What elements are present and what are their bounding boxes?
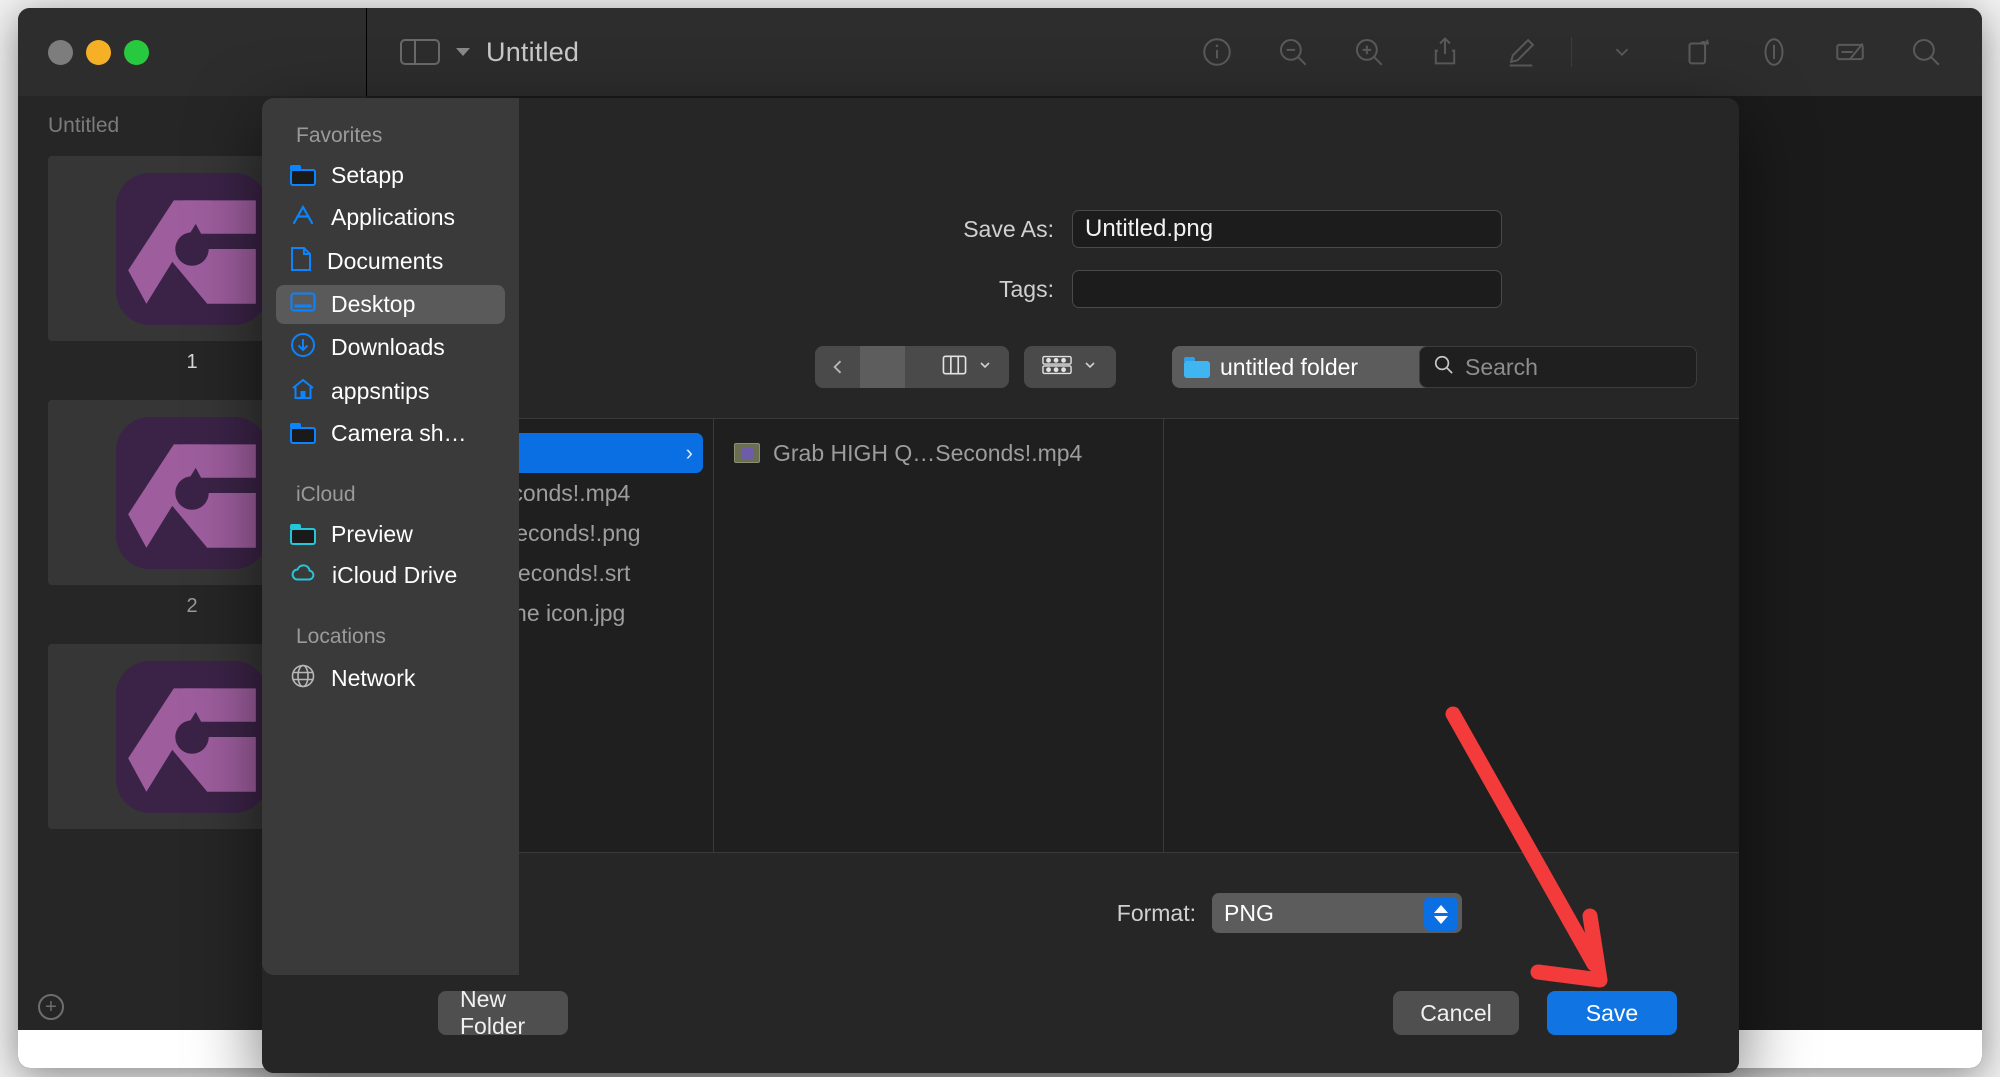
save-as-row: Save As: Untitled.png	[902, 210, 1502, 248]
location-popup-value: untitled folder	[1220, 354, 1358, 381]
sidebar-item-downloads[interactable]: Downloads	[276, 326, 505, 369]
applications-icon	[290, 203, 316, 232]
sidebar-item-applications[interactable]: Applications	[276, 197, 505, 238]
toolbar-divider	[1571, 37, 1572, 67]
chevron-left-icon[interactable]	[815, 346, 860, 388]
format-value: PNG	[1224, 900, 1274, 927]
folder-icon	[290, 524, 316, 545]
sidebar-item-label: Preview	[331, 521, 413, 548]
titlebar-divider	[366, 8, 367, 96]
sidebar-section-title: iCloud	[262, 455, 519, 513]
search-icon[interactable]	[1900, 26, 1952, 78]
format-select[interactable]: PNG	[1212, 893, 1462, 933]
sidebar-item-label: Network	[331, 665, 415, 692]
format-row: Format: PNG	[1052, 893, 1462, 933]
chevron-down-icon	[977, 357, 993, 378]
annotate-icon[interactable]	[1748, 26, 1800, 78]
chevron-down-icon[interactable]	[456, 48, 470, 56]
sidebar-section-title: Favorites	[262, 98, 519, 154]
affinity-photo-icon	[116, 417, 268, 569]
rotate-icon[interactable]	[1672, 26, 1724, 78]
sidebar-item-preview[interactable]: Preview	[276, 515, 505, 554]
list-item[interactable]: Grab HIGH Q…Seconds!.mp4	[724, 433, 1153, 473]
sidebar-item-label: Setapp	[331, 162, 404, 189]
format-label: Format:	[1052, 900, 1212, 927]
affinity-photo-icon	[116, 661, 268, 813]
cloud-icon	[290, 563, 317, 588]
sidebar-item-label: iCloud Drive	[332, 562, 457, 589]
markup-pen-icon[interactable]	[1495, 26, 1547, 78]
screen: Untitled	[0, 0, 2000, 1077]
list-item-label: Grab HIGH Q…Seconds!.mp4	[773, 440, 1082, 467]
info-icon[interactable]	[1191, 26, 1243, 78]
chevron-down-icon[interactable]	[1596, 26, 1648, 78]
sidebar-item-camera-shots[interactable]: Camera sh…	[276, 414, 505, 453]
save-button[interactable]: Save	[1547, 991, 1677, 1035]
chevron-right-icon: ›	[686, 440, 693, 466]
column-view-icon	[942, 354, 967, 381]
sidebar-item-label: Applications	[331, 204, 455, 231]
share-icon[interactable]	[1419, 26, 1471, 78]
tags-label: Tags:	[902, 276, 1072, 303]
zoom-in-icon[interactable]	[1343, 26, 1395, 78]
cancel-button[interactable]: Cancel	[1393, 991, 1519, 1035]
view-mode-button[interactable]	[925, 346, 1009, 388]
search-icon	[1432, 353, 1455, 381]
sidebar-section-title: Locations	[262, 597, 519, 655]
group-items-button[interactable]	[1024, 346, 1116, 388]
titlebar-left-controls: Untitled	[400, 8, 579, 96]
browser-column-3	[1164, 419, 1739, 852]
sidebar-item-label: Documents	[327, 248, 443, 275]
folder-icon	[290, 423, 316, 444]
sidebar-item-label: Downloads	[331, 334, 445, 361]
sidebar-item-label: Camera sh…	[331, 420, 466, 447]
titlebar-toolbar	[1191, 8, 1952, 96]
search-placeholder: Search	[1465, 354, 1538, 381]
page-title: Untitled	[486, 37, 579, 68]
traffic-lights[interactable]	[18, 40, 348, 65]
desktop-icon	[290, 291, 316, 318]
search-field[interactable]: Search	[1419, 346, 1697, 388]
browser-column-2: Grab HIGH Q…Seconds!.mp4	[714, 419, 1164, 852]
save-as-label: Save As:	[902, 216, 1072, 243]
minimize-button[interactable]	[86, 40, 111, 65]
folder-icon	[290, 165, 316, 186]
tags-input[interactable]	[1072, 270, 1502, 308]
sidebar-toggle-icon[interactable]	[400, 35, 440, 69]
chevron-down-icon	[1082, 357, 1098, 378]
sidebar-item-label: Desktop	[331, 291, 415, 318]
folder-icon	[1184, 357, 1210, 378]
zoom-out-icon[interactable]	[1267, 26, 1319, 78]
sidebar-item-network[interactable]: Network	[276, 657, 505, 700]
globe-icon	[290, 663, 316, 694]
sidebar-item-icloud-drive[interactable]: iCloud Drive	[276, 556, 505, 595]
sidebar-item-desktop[interactable]: Desktop	[276, 285, 505, 324]
new-folder-button[interactable]: New Folder	[438, 991, 568, 1035]
sidebar-item-setapp[interactable]: Setapp	[276, 156, 505, 195]
sidebar-item-home[interactable]: appsntips	[276, 371, 505, 412]
sign-icon[interactable]	[1824, 26, 1876, 78]
sidebar-item-label: appsntips	[331, 378, 429, 405]
tags-row: Tags:	[902, 270, 1502, 308]
sidebar-item-documents[interactable]: Documents	[276, 240, 505, 283]
dialog-sidebar: Favorites Setapp Applications Documents	[262, 98, 519, 975]
home-icon	[290, 377, 316, 406]
affinity-photo-icon	[116, 173, 268, 325]
close-button[interactable]	[48, 40, 73, 65]
zoom-button[interactable]	[124, 40, 149, 65]
save-as-input[interactable]: Untitled.png	[1072, 210, 1502, 248]
downloads-icon	[290, 332, 316, 363]
group-items-icon	[1042, 354, 1072, 381]
video-thumbnail-icon	[734, 443, 760, 463]
add-page-icon[interactable]: +	[38, 994, 64, 1020]
document-icon	[290, 246, 312, 277]
up-down-stepper-icon[interactable]	[1424, 897, 1458, 931]
